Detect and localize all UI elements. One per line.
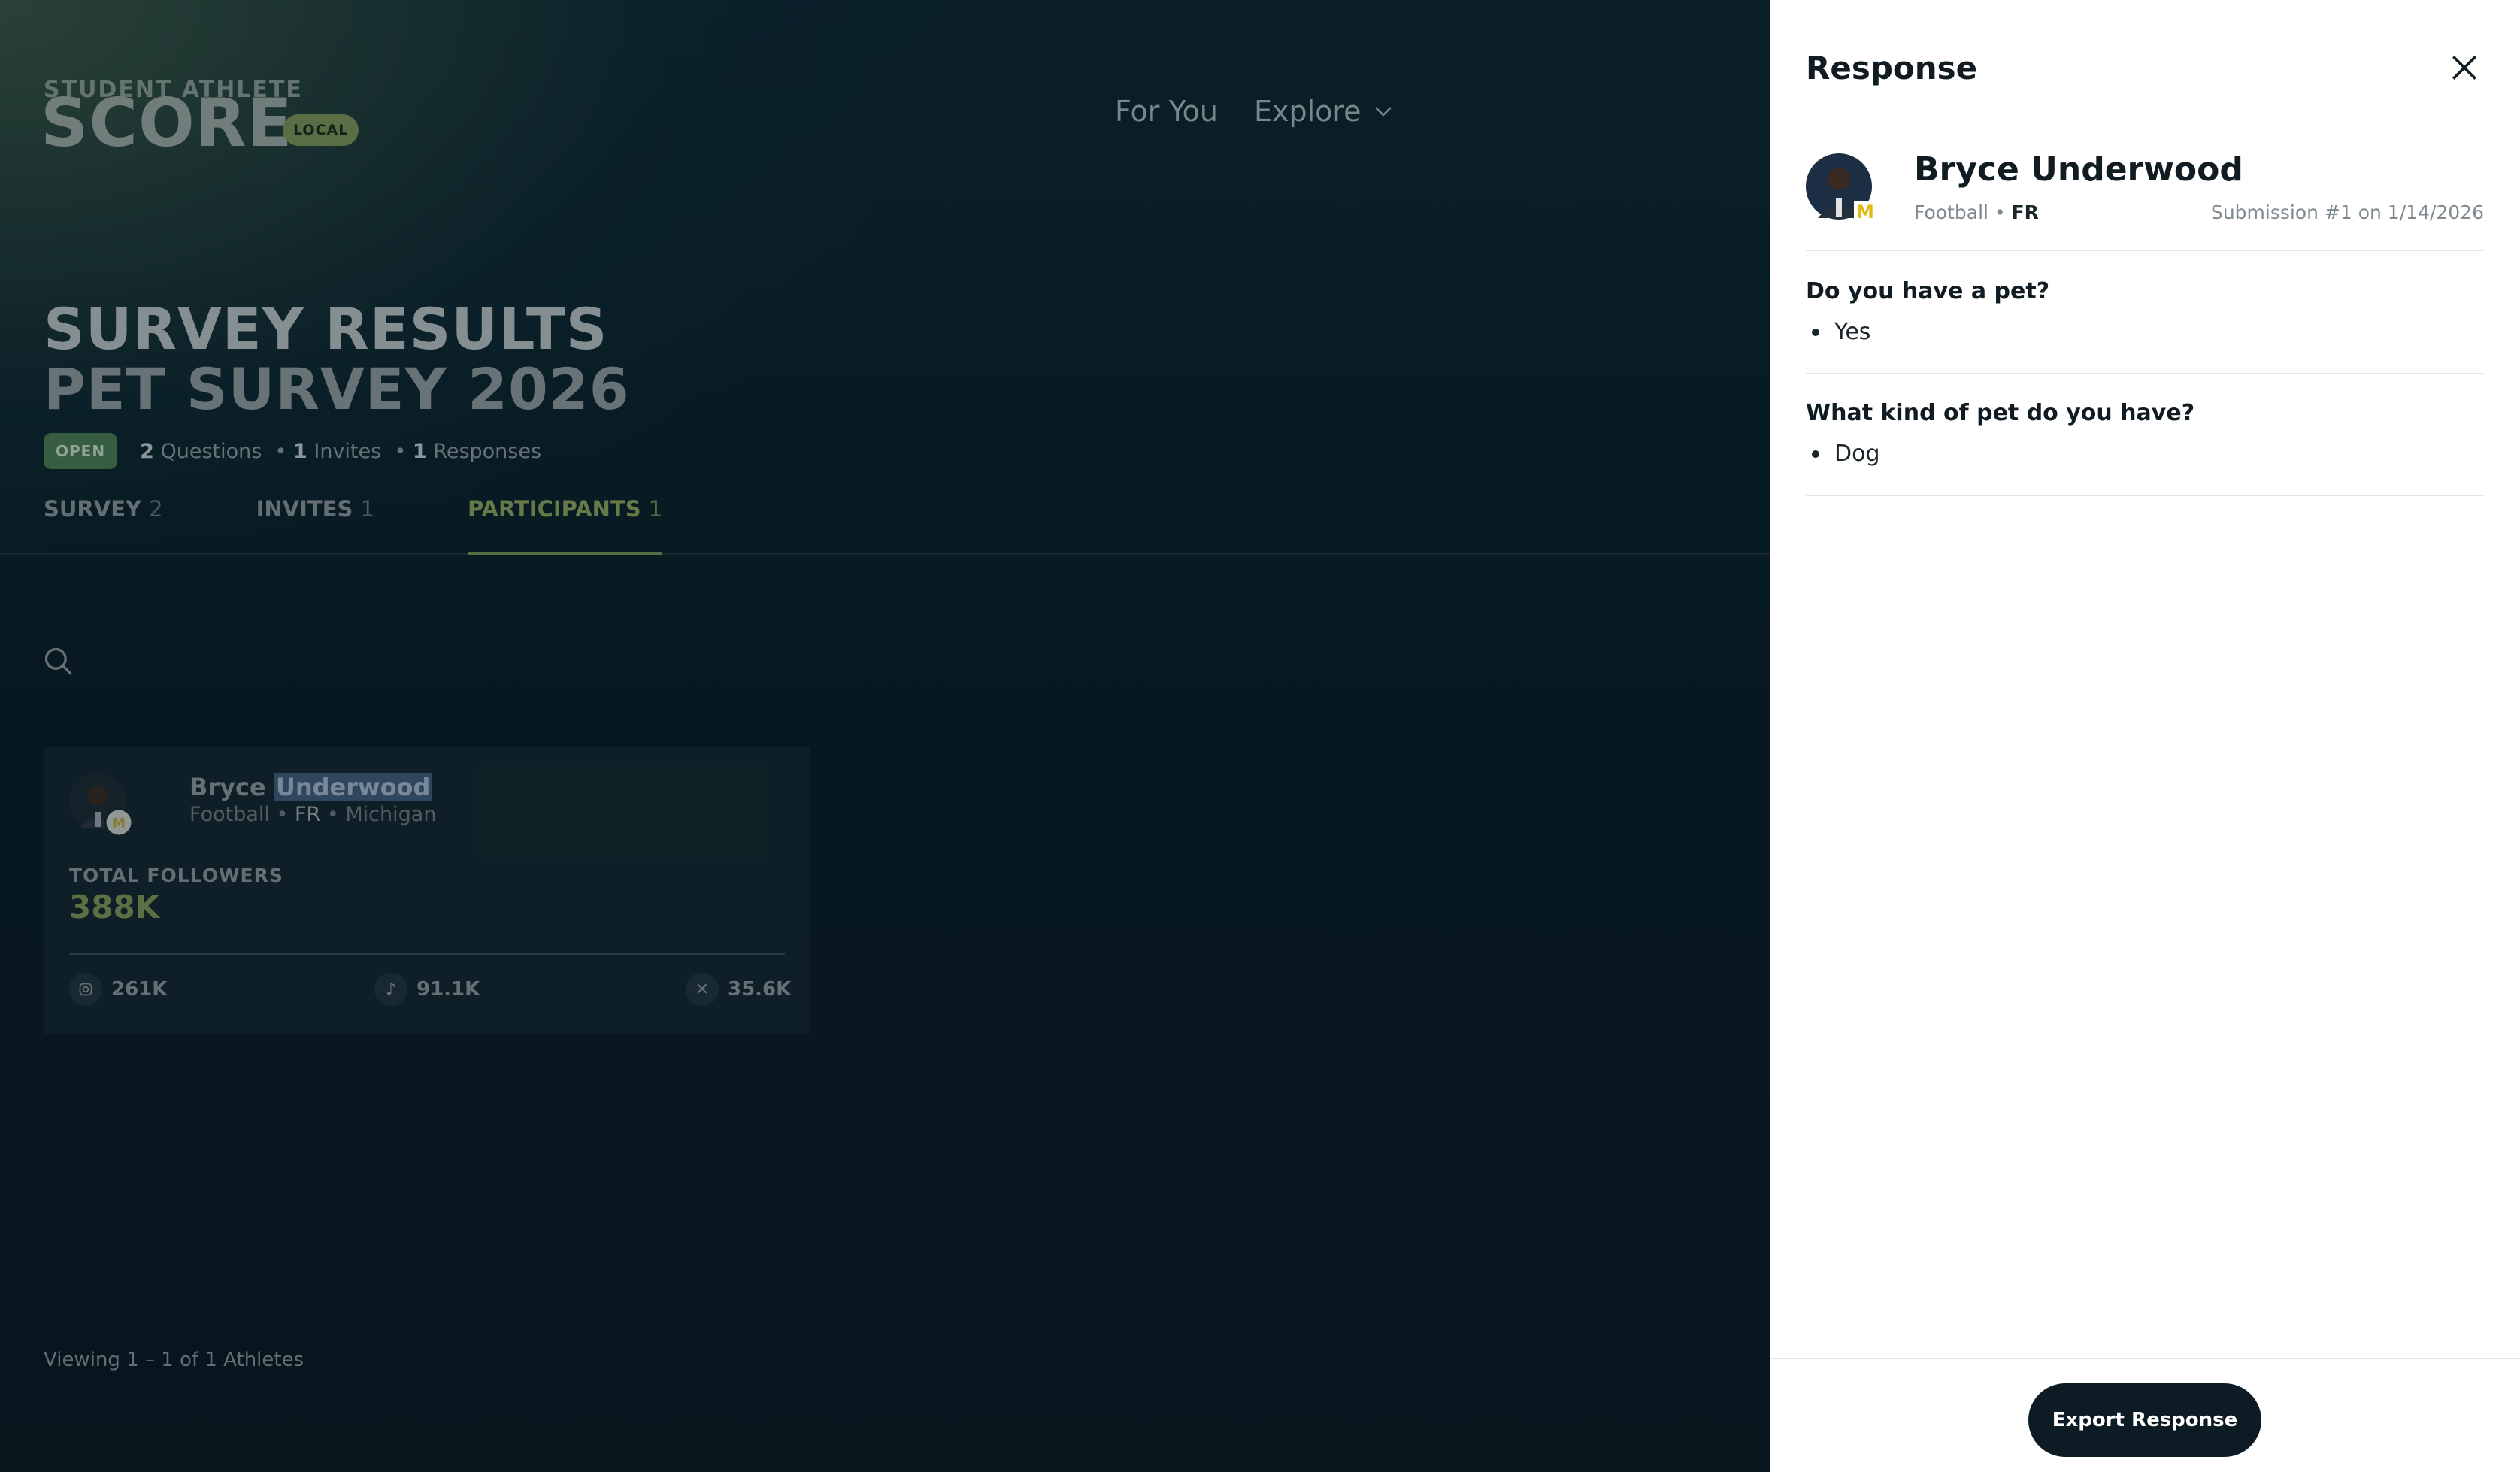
svg-text:M: M — [1856, 201, 1874, 223]
answer-2-text: Dog — [1834, 441, 1880, 467]
footer-divider — [1770, 1358, 2520, 1359]
close-icon[interactable] — [2448, 51, 2481, 84]
avatar: M — [1806, 153, 1876, 223]
respondent-class: FR — [2011, 201, 2039, 223]
header-divider — [1806, 250, 2484, 251]
question-divider — [1806, 373, 2484, 374]
question-1: Do you have a pet? — [1806, 278, 2050, 304]
bullet — [1812, 450, 1819, 458]
response-drawer: Response M Bryce Underwood Football • FR… — [1770, 0, 2520, 1472]
answer-1: Yes — [1806, 319, 1870, 345]
bullet — [1812, 328, 1819, 336]
respondent-sport: Football — [1914, 201, 1988, 223]
export-response-button[interactable]: Export Response — [2028, 1383, 2261, 1457]
respondent-name: Bryce Underwood — [1914, 150, 2243, 189]
respondent-details: Football • FR — [1914, 201, 2039, 223]
submission-info: Submission #1 on 1/14/2026 — [2210, 201, 2484, 223]
question-divider — [1806, 495, 2484, 496]
answer-2: Dog — [1806, 441, 1880, 467]
question-2: What kind of pet do you have? — [1806, 400, 2195, 426]
drawer-title: Response — [1806, 50, 1978, 86]
answer-1-text: Yes — [1834, 319, 1871, 345]
